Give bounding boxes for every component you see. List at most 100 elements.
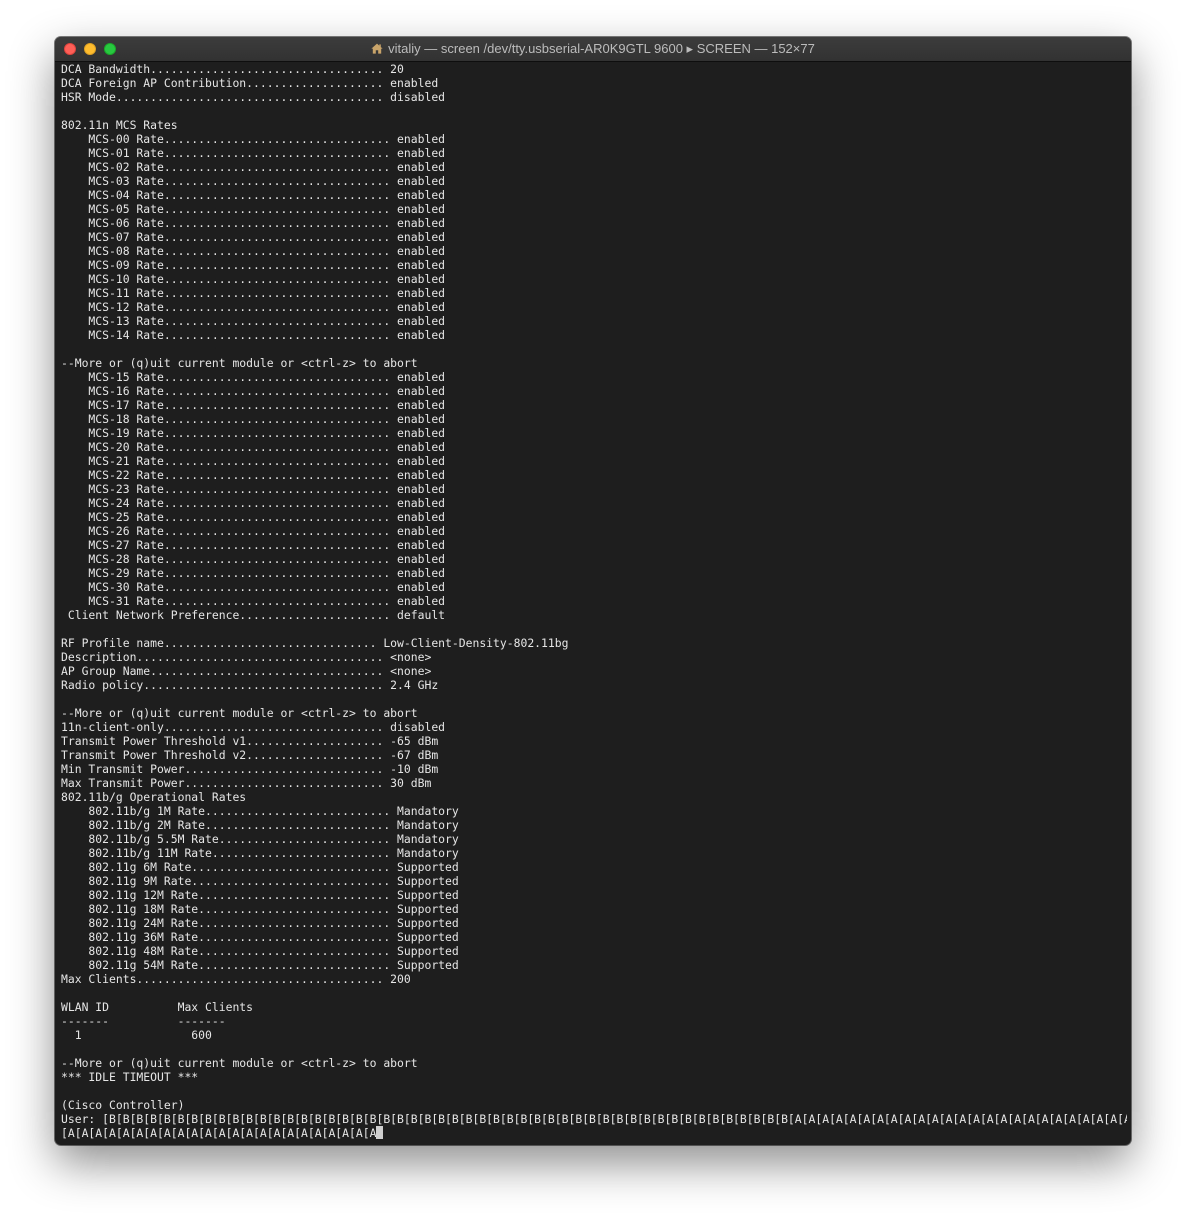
terminal-line: [A[A[A[A[A[A[A[A[A[A[A[A[A[A[A[A[A[A[A[A… [61,1126,1127,1140]
terminal-line: --More or (q)uit current module or <ctrl… [61,706,1127,720]
terminal-line-text: --More or (q)uit current module or <ctrl… [61,706,418,720]
terminal-line: MCS-29 Rate.............................… [61,566,1127,580]
terminal-line-text: MCS-29 Rate.............................… [61,566,446,580]
terminal-line-text: MCS-08 Rate.............................… [61,244,446,258]
terminal-line: Client Network Preference...............… [61,608,1127,622]
terminal-line-text: MCS-11 Rate.............................… [61,286,446,300]
terminal-line: 802.11g 36M Rate........................… [61,930,1127,944]
terminal-line-text: MCS-14 Rate.............................… [61,328,446,342]
terminal-line: MCS-09 Rate.............................… [61,258,1127,272]
terminal-line-text: Radio policy............................… [61,678,439,692]
terminal-line: Transmit Power Threshold v2.............… [61,748,1127,762]
terminal-line: 802.11g 54M Rate........................… [61,958,1127,972]
terminal-line: MCS-24 Rate.............................… [61,496,1127,510]
terminal-line: MCS-01 Rate.............................… [61,146,1127,160]
terminal-window: vitaliy — screen /dev/tty.usbserial-AR0K… [55,37,1131,1145]
terminal-line: 802.11g 6M Rate.........................… [61,860,1127,874]
terminal-line: 802.11g 12M Rate........................… [61,888,1127,902]
terminal-line-text: WLAN ID Max Clients [61,1000,254,1014]
terminal-line-text: MCS-17 Rate.............................… [61,398,446,412]
terminal-line: 11n-client-only.........................… [61,720,1127,734]
terminal-line: MCS-17 Rate.............................… [61,398,1127,412]
terminal-line-text: HSR Mode................................… [61,90,446,104]
terminal-line: MCS-18 Rate.............................… [61,412,1127,426]
terminal-line-text: 802.11g 18M Rate........................… [61,902,459,916]
terminal-line: MCS-16 Rate.............................… [61,384,1127,398]
terminal-line-text: MCS-23 Rate.............................… [61,482,446,496]
terminal-line-text: 802.11b/g 11M Rate......................… [61,846,459,860]
terminal-line-text: Transmit Power Threshold v1.............… [61,734,439,748]
terminal-line-text: MCS-24 Rate.............................… [61,496,446,510]
terminal-line-text: User: [B[B[B[B[B[B[B[B[B[B[B[B[B[B[B[B[B… [61,1112,1127,1126]
terminal-line: 802.11g 18M Rate........................… [61,902,1127,916]
terminal-line-text: 802.11g 6M Rate.........................… [61,860,459,874]
text-cursor [376,1126,384,1139]
terminal-line: --More or (q)uit current module or <ctrl… [61,1056,1127,1070]
terminal-line-text: 1 600 [61,1028,212,1042]
terminal-line: DCA Foreign AP Contribution.............… [61,76,1127,90]
terminal-line-text: MCS-30 Rate.............................… [61,580,446,594]
terminal-line: MCS-06 Rate.............................… [61,216,1127,230]
terminal-line-text: MCS-06 Rate.............................… [61,216,446,230]
home-icon [371,43,383,54]
terminal-line-text: 802.11b/g 1M Rate.......................… [61,804,459,818]
terminal-line-text: DCA Bandwidth...........................… [61,62,404,76]
terminal-line-text: MCS-28 Rate.............................… [61,552,446,566]
terminal-line: 802.11b/g 11M Rate......................… [61,846,1127,860]
terminal-line: 802.11b/g 1M Rate.......................… [61,804,1127,818]
terminal-line-text: MCS-09 Rate.............................… [61,258,446,272]
terminal-line-text: MCS-20 Rate.............................… [61,440,446,454]
terminal-line-text: MCS-01 Rate.............................… [61,146,446,160]
terminal-line-text: MCS-26 Rate.............................… [61,524,446,538]
terminal-line-text: 802.11b/g 2M Rate.......................… [61,818,459,832]
terminal-line-text: MCS-00 Rate.............................… [61,132,446,146]
terminal-line: 802.11g 9M Rate.........................… [61,874,1127,888]
terminal-line-text: 802.11g 54M Rate........................… [61,958,459,972]
terminal-line-text: MCS-18 Rate.............................… [61,412,446,426]
terminal-line: 802.11b/g 2M Rate.......................… [61,818,1127,832]
terminal-line-text: MCS-10 Rate.............................… [61,272,446,286]
terminal-line: MCS-21 Rate.............................… [61,454,1127,468]
terminal-line: MCS-11 Rate.............................… [61,286,1127,300]
terminal-line: Min Transmit Power......................… [61,762,1127,776]
terminal-line-text: AP Group Name...........................… [61,664,432,678]
terminal-line: MCS-07 Rate.............................… [61,230,1127,244]
terminal-line: Max Transmit Power......................… [61,776,1127,790]
terminal-line-text: Max Clients.............................… [61,972,411,986]
terminal-line-text: MCS-31 Rate.............................… [61,594,446,608]
terminal-line-text: [A[A[A[A[A[A[A[A[A[A[A[A[A[A[A[A[A[A[A[A… [61,1126,377,1140]
terminal-line-text: --More or (q)uit current module or <ctrl… [61,356,418,370]
terminal-line-text: 802.11b/g Operational Rates [61,790,247,804]
terminal-line: MCS-05 Rate.............................… [61,202,1127,216]
terminal-line: MCS-03 Rate.............................… [61,174,1127,188]
terminal-line-text: MCS-02 Rate.............................… [61,160,446,174]
terminal-line: MCS-00 Rate.............................… [61,132,1127,146]
terminal-line: MCS-27 Rate.............................… [61,538,1127,552]
terminal-line: MCS-26 Rate.............................… [61,524,1127,538]
terminal-line-text: 11n-client-only.........................… [61,720,446,734]
terminal-line-text: 802.11b/g 5.5M Rate.....................… [61,832,459,846]
terminal-line-text: Max Transmit Power......................… [61,776,432,790]
terminal-line-text: 802.11g 48M Rate........................… [61,944,459,958]
terminal-line-text: 802.11g 36M Rate........................… [61,930,459,944]
terminal-line-text: MCS-25 Rate.............................… [61,510,446,524]
terminal-line-text: Client Network Preference...............… [61,608,446,622]
terminal-line-text: RF Profile name.........................… [61,636,569,650]
terminal-line-text: Description.............................… [61,650,432,664]
terminal-line: MCS-08 Rate.............................… [61,244,1127,258]
terminal-line: 802.11b/g 5.5M Rate.....................… [61,832,1127,846]
terminal-line: 802.11b/g Operational Rates [61,790,1127,804]
terminal-line: Max Clients.............................… [61,972,1127,986]
terminal-line-text: 802.11n MCS Rates [61,118,178,132]
title-bar[interactable]: vitaliy — screen /dev/tty.usbserial-AR0K… [55,37,1131,62]
terminal-line-text: MCS-19 Rate.............................… [61,426,446,440]
terminal-line: MCS-22 Rate.............................… [61,468,1127,482]
terminal-line: MCS-19 Rate.............................… [61,426,1127,440]
terminal-line: 1 600 [61,1028,1127,1042]
terminal-output[interactable]: DCA Bandwidth...........................… [61,62,1127,1142]
terminal-line-text: 802.11g 24M Rate........................… [61,916,459,930]
